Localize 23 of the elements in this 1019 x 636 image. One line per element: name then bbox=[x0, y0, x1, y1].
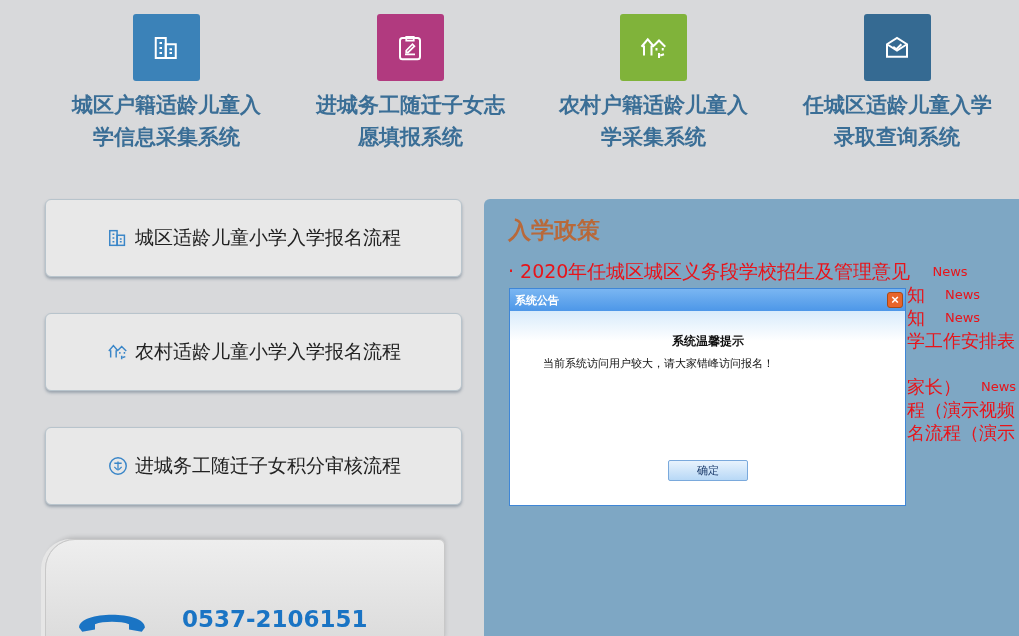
dialog-heading: 系统温馨提示 bbox=[670, 333, 745, 350]
system-title[interactable]: 农村户籍适龄儿童入 学采集系统 bbox=[559, 89, 749, 153]
system-tile[interactable] bbox=[620, 14, 688, 81]
process-button[interactable]: 城区适龄儿童小学入学报名流程 bbox=[45, 199, 462, 277]
news-tag: News bbox=[932, 264, 968, 279]
system-title[interactable]: 城区户籍适龄儿童入 学信息采集系统 bbox=[72, 89, 262, 153]
dialog-title: 系统公告 bbox=[515, 292, 559, 308]
badge-icon bbox=[106, 455, 129, 477]
news-tag: News bbox=[945, 287, 981, 302]
dialog-message: 当前系统访问用户较大，请大家错峰访问报名！ bbox=[543, 356, 775, 371]
section-title: 入学政策 bbox=[508, 216, 601, 245]
news-tag: News bbox=[945, 310, 981, 325]
system-title[interactable]: 任城区适龄儿童入学 录取查询系统 bbox=[802, 89, 992, 153]
ok-button[interactable]: 确定 bbox=[667, 460, 748, 481]
close-button[interactable]: × bbox=[887, 292, 903, 308]
system-tile[interactable] bbox=[863, 14, 931, 81]
news-tag: News bbox=[981, 379, 1017, 394]
process-button[interactable]: 农村适龄儿童小学入学报名流程 bbox=[45, 313, 462, 391]
system-title[interactable]: 进城务工随迁子女志 愿填报系统 bbox=[315, 89, 505, 153]
phone-number: 0537-2106151 bbox=[182, 606, 368, 632]
system-tile[interactable] bbox=[133, 14, 201, 81]
process-button[interactable]: 进城务工随迁子女积分审核流程 bbox=[45, 427, 462, 505]
system-tile[interactable] bbox=[376, 14, 444, 81]
